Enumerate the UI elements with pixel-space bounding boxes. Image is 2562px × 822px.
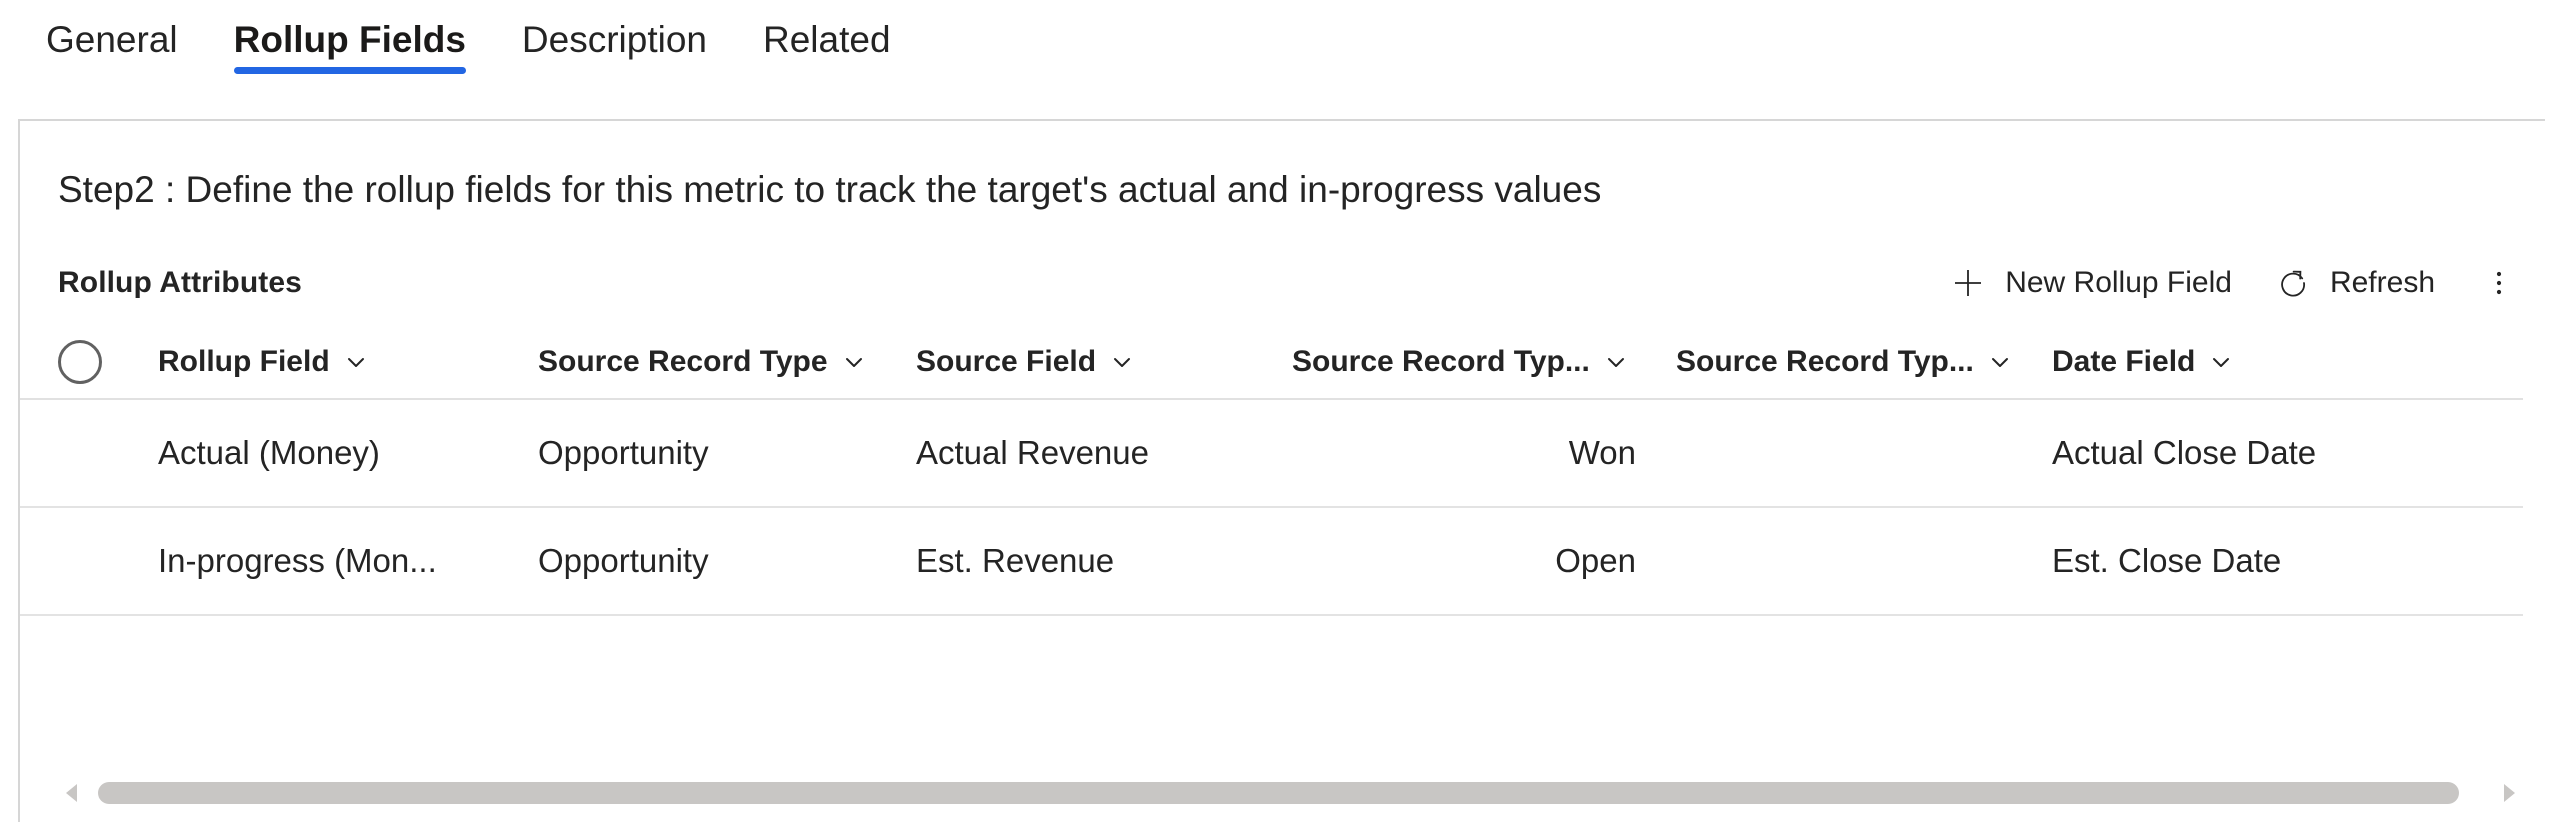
rollup-attributes-grid: Rollup Field Source Record Type Source F… <box>20 326 2545 616</box>
tab-rollup-fields[interactable]: Rollup Fields <box>206 0 494 74</box>
chevron-down-icon <box>344 350 368 374</box>
table-row[interactable]: In-progress (Mon... Opportunity Est. Rev… <box>20 506 2523 616</box>
cell-source-record-type-2: Won <box>1568 434 1636 471</box>
horizontal-scrollbar[interactable] <box>58 776 2523 810</box>
more-commands-button[interactable] <box>2475 257 2523 309</box>
tab-label: General <box>46 19 178 60</box>
cell-source-field: Actual Revenue <box>916 434 1149 471</box>
cell-rollup-field: Actual (Money) <box>158 434 380 471</box>
scrollbar-track[interactable] <box>98 782 2483 804</box>
cell-source-record-type-2: Open <box>1555 542 1636 579</box>
rollup-fields-screen: General Rollup Fields Description Relate… <box>0 0 2562 822</box>
column-header-label: Date Field <box>2052 345 2196 378</box>
tab-label: Description <box>521 19 707 60</box>
cell-source-field: Est. Revenue <box>916 542 1115 579</box>
cell-date-field: Actual Close Date <box>2052 434 2317 471</box>
tab-general[interactable]: General <box>18 0 206 66</box>
column-header-source-field[interactable]: Source Field <box>916 345 1292 379</box>
more-vertical-icon <box>2482 266 2516 300</box>
chevron-down-icon <box>1988 350 2012 374</box>
column-header-label: Source Record Type <box>538 345 828 378</box>
column-header-label: Rollup Field <box>158 345 330 378</box>
scrollbar-thumb[interactable] <box>98 782 2460 804</box>
plus-icon <box>1951 266 1985 300</box>
column-header-source-record-type[interactable]: Source Record Type <box>538 345 916 379</box>
cell-source-record-type: Opportunity <box>538 542 709 579</box>
select-all-circle-icon[interactable] <box>58 340 102 384</box>
column-header-label: Source Record Typ... <box>1292 345 1590 378</box>
cell-source-record-type: Opportunity <box>538 434 709 471</box>
tab-active-underline <box>233 67 466 74</box>
tab-related[interactable]: Related <box>735 0 919 66</box>
table-row[interactable]: Actual (Money) Opportunity Actual Revenu… <box>20 400 2523 506</box>
refresh-icon <box>2276 266 2310 300</box>
chevron-down-icon <box>2209 350 2233 374</box>
grid-header-row: Rollup Field Source Record Type Source F… <box>20 326 2523 400</box>
rollup-fields-panel: Step2 : Define the rollup fields for thi… <box>18 119 2545 822</box>
cell-date-field: Est. Close Date <box>2052 542 2282 579</box>
column-header-source-record-type-2[interactable]: Source Record Typ... <box>1292 345 1676 379</box>
caret-left-icon[interactable] <box>58 778 88 808</box>
refresh-button[interactable]: Refresh <box>2254 258 2457 308</box>
tab-label: Related <box>763 19 891 60</box>
step-instruction-text: Step2 : Define the rollup fields for thi… <box>58 169 1602 210</box>
tab-strip: General Rollup Fields Description Relate… <box>0 0 2562 95</box>
tab-description[interactable]: Description <box>494 0 735 66</box>
cell-rollup-field: In-progress (Mon... <box>158 542 437 579</box>
column-header-rollup-field[interactable]: Rollup Field <box>158 345 538 379</box>
column-header-label: Source Record Typ... <box>1676 345 1974 378</box>
select-all-cell <box>58 340 158 384</box>
column-header-label: Source Field <box>916 345 1097 378</box>
new-rollup-field-label: New Rollup Field <box>2005 266 2232 299</box>
column-header-source-record-type-3[interactable]: Source Record Typ... <box>1676 345 2052 379</box>
tab-label: Rollup Fields <box>233 19 466 60</box>
chevron-down-icon <box>842 350 866 374</box>
grid-title: Rollup Attributes <box>58 266 302 299</box>
caret-right-icon[interactable] <box>2493 778 2523 808</box>
new-rollup-field-button[interactable]: New Rollup Field <box>1929 258 2254 308</box>
grid-command-bar: Rollup Attributes New Rollup Field Refre… <box>20 246 2545 320</box>
column-header-date-field[interactable]: Date Field <box>2052 345 2452 379</box>
chevron-down-icon <box>1110 350 1134 374</box>
refresh-label: Refresh <box>2329 266 2435 299</box>
chevron-down-icon <box>1604 350 1628 374</box>
